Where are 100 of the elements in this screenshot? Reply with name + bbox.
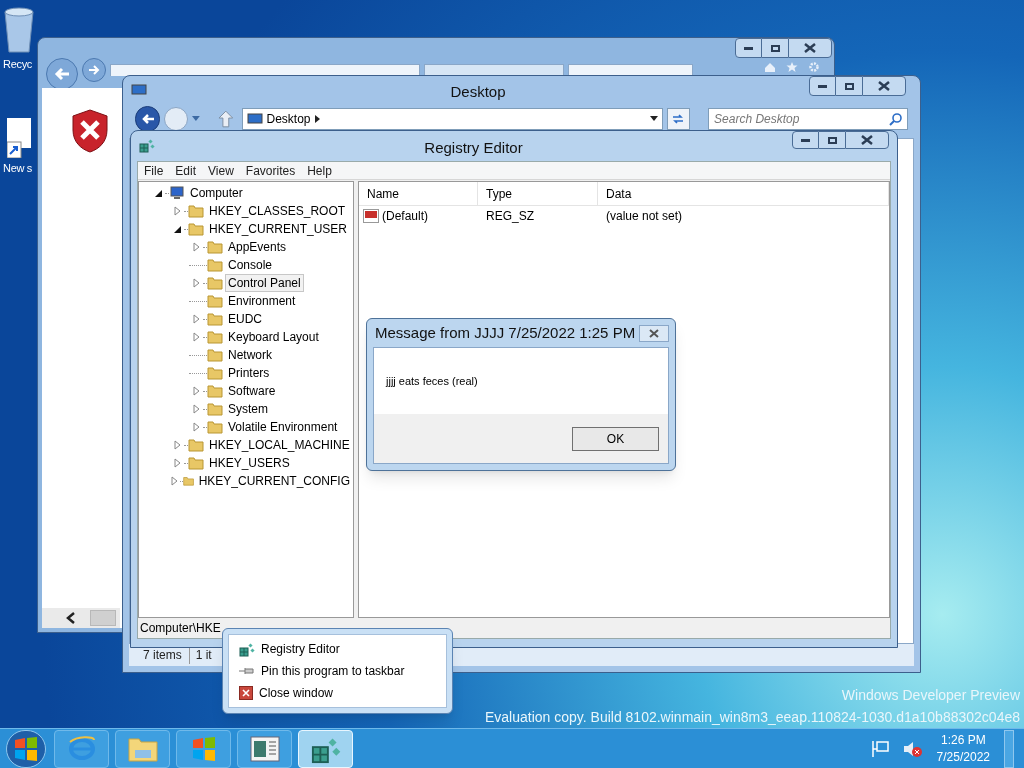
folder-icon	[207, 329, 223, 345]
expand-arrow-icon[interactable]	[173, 206, 181, 216]
status-text: 1 it	[194, 647, 212, 664]
scroll-thumb[interactable]	[90, 610, 116, 626]
tree-item[interactable]: Volatile Environment	[225, 418, 341, 436]
taskbar-button[interactable]	[237, 729, 292, 768]
collapse-arrow-icon[interactable]	[153, 188, 163, 198]
search-field[interactable]: Search Desktop	[708, 108, 908, 130]
tree-item[interactable]: Software	[225, 382, 279, 400]
tree-item[interactable]: System	[225, 400, 271, 418]
tree-item[interactable]: HKEY_CURRENT_USER	[206, 220, 351, 238]
left-arrow-icon	[54, 67, 70, 81]
minimize-button[interactable]	[792, 131, 819, 149]
forward-button[interactable]	[82, 58, 106, 82]
maximize-button[interactable]	[762, 38, 788, 58]
close-button[interactable]	[639, 324, 669, 342]
tree-item[interactable]: Network	[225, 346, 275, 364]
ok-button[interactable]: OK	[572, 426, 659, 451]
menu-item[interactable]: Favorites	[239, 161, 302, 180]
close-icon	[649, 328, 659, 338]
minimize-button[interactable]	[809, 76, 836, 96]
expand-arrow-icon[interactable]	[192, 422, 200, 432]
close-button[interactable]	[845, 131, 889, 149]
dialog-title: Message from JJJJ 7/25/2022 1:25 PM	[375, 322, 637, 343]
maximize-button[interactable]	[819, 131, 845, 149]
minimize-button[interactable]	[735, 38, 762, 58]
expand-arrow-icon[interactable]	[192, 314, 200, 324]
expand-arrow-icon[interactable]	[192, 242, 200, 252]
expand-arrow-icon[interactable]	[192, 386, 200, 396]
collapse-arrow-icon[interactable]	[172, 224, 182, 234]
menu-item[interactable]: Help	[301, 161, 338, 180]
expand-arrow-icon[interactable]	[173, 458, 181, 468]
close-icon	[239, 686, 253, 700]
menu-item[interactable]: View	[202, 161, 240, 180]
tree-item[interactable]: AppEvents	[225, 238, 290, 256]
close-button[interactable]	[788, 38, 832, 58]
start-button[interactable]	[6, 729, 46, 768]
maximize-button[interactable]	[836, 76, 862, 96]
tree-item[interactable]: Printers	[225, 364, 273, 382]
tree-item[interactable]: HKEY_CLASSES_ROOT	[206, 202, 349, 220]
recycle-bin-icon	[1, 6, 37, 54]
chevron-right-icon[interactable]	[314, 115, 321, 123]
close-icon	[878, 81, 890, 91]
tree-item[interactable]: HKEY_USERS	[206, 454, 293, 472]
jump-list-item[interactable]: Pin this program to taskbar	[239, 662, 446, 680]
tree-item[interactable]: Control Panel	[225, 274, 304, 292]
network-icon[interactable]	[870, 739, 889, 758]
address-bar[interactable]: Desktop	[241, 108, 663, 130]
browser-tab[interactable]	[424, 64, 564, 76]
value-name[interactable]: (Default)	[382, 207, 428, 225]
back-button[interactable]	[135, 106, 161, 132]
folder-icon	[188, 221, 204, 237]
refresh-arrows-icon	[671, 113, 686, 125]
column-header[interactable]: Data	[598, 182, 889, 205]
address-bar[interactable]	[110, 64, 420, 76]
tree-item[interactable]: Keyboard Layout	[225, 328, 322, 346]
folder-icon	[188, 455, 204, 471]
forward-button[interactable]	[164, 107, 188, 131]
jump-list-item[interactable]: Close window	[239, 684, 446, 702]
tree-item[interactable]: Computer	[187, 184, 246, 202]
tree-item[interactable]: HKEY_CURRENT_CONFIG	[195, 472, 353, 490]
browser-tab[interactable]	[568, 64, 693, 76]
muted-speaker-icon[interactable]	[902, 739, 923, 758]
folder-icon	[207, 365, 223, 381]
expand-arrow-icon[interactable]	[173, 440, 181, 450]
star-icon[interactable]	[786, 62, 798, 72]
left-arrow-icon	[140, 113, 155, 125]
close-icon	[804, 43, 816, 53]
column-header[interactable]: Type	[478, 182, 598, 205]
back-button[interactable]	[46, 58, 78, 90]
jump-list-item[interactable]: Registry Editor	[239, 640, 446, 658]
menu-item[interactable]: File	[138, 161, 170, 180]
tree-item[interactable]: Console	[225, 256, 276, 274]
search-icon[interactable]	[889, 112, 902, 126]
menu-item[interactable]: Edit	[169, 161, 203, 180]
desktop-icon-label[interactable]: New s	[2, 160, 33, 177]
close-button[interactable]	[862, 76, 906, 96]
value-type: REG_SZ	[485, 208, 535, 225]
folder-icon	[207, 257, 223, 273]
clock[interactable]: 1:26 PM 7/25/2022	[936, 731, 990, 766]
expand-arrow-icon[interactable]	[192, 404, 200, 414]
expand-arrow-icon[interactable]	[192, 278, 200, 288]
status-path: Computer\HKE	[140, 620, 221, 637]
search-input[interactable]: Search Desktop	[714, 110, 889, 128]
expand-arrow-icon[interactable]	[192, 332, 200, 342]
address-text: Desktop	[266, 111, 311, 128]
string-value-icon	[363, 209, 379, 223]
horizontal-scrollbar[interactable]	[42, 608, 120, 628]
pin-icon	[239, 666, 255, 676]
column-header[interactable]: Name	[359, 182, 478, 205]
refresh-button[interactable]	[666, 108, 691, 130]
dropdown-arrow-icon[interactable]	[649, 116, 658, 122]
folder-icon	[207, 239, 223, 255]
expand-arrow-icon[interactable]	[171, 476, 179, 486]
desktop-icon-label[interactable]: Recyc	[2, 56, 33, 73]
tree-item[interactable]: Environment	[225, 292, 299, 310]
up-arrow-icon[interactable]	[217, 110, 234, 128]
tree-item[interactable]: EUDC	[225, 310, 265, 328]
tree-item[interactable]: HKEY_LOCAL_MACHINE	[206, 436, 353, 454]
scroll-left-icon[interactable]	[66, 612, 76, 624]
